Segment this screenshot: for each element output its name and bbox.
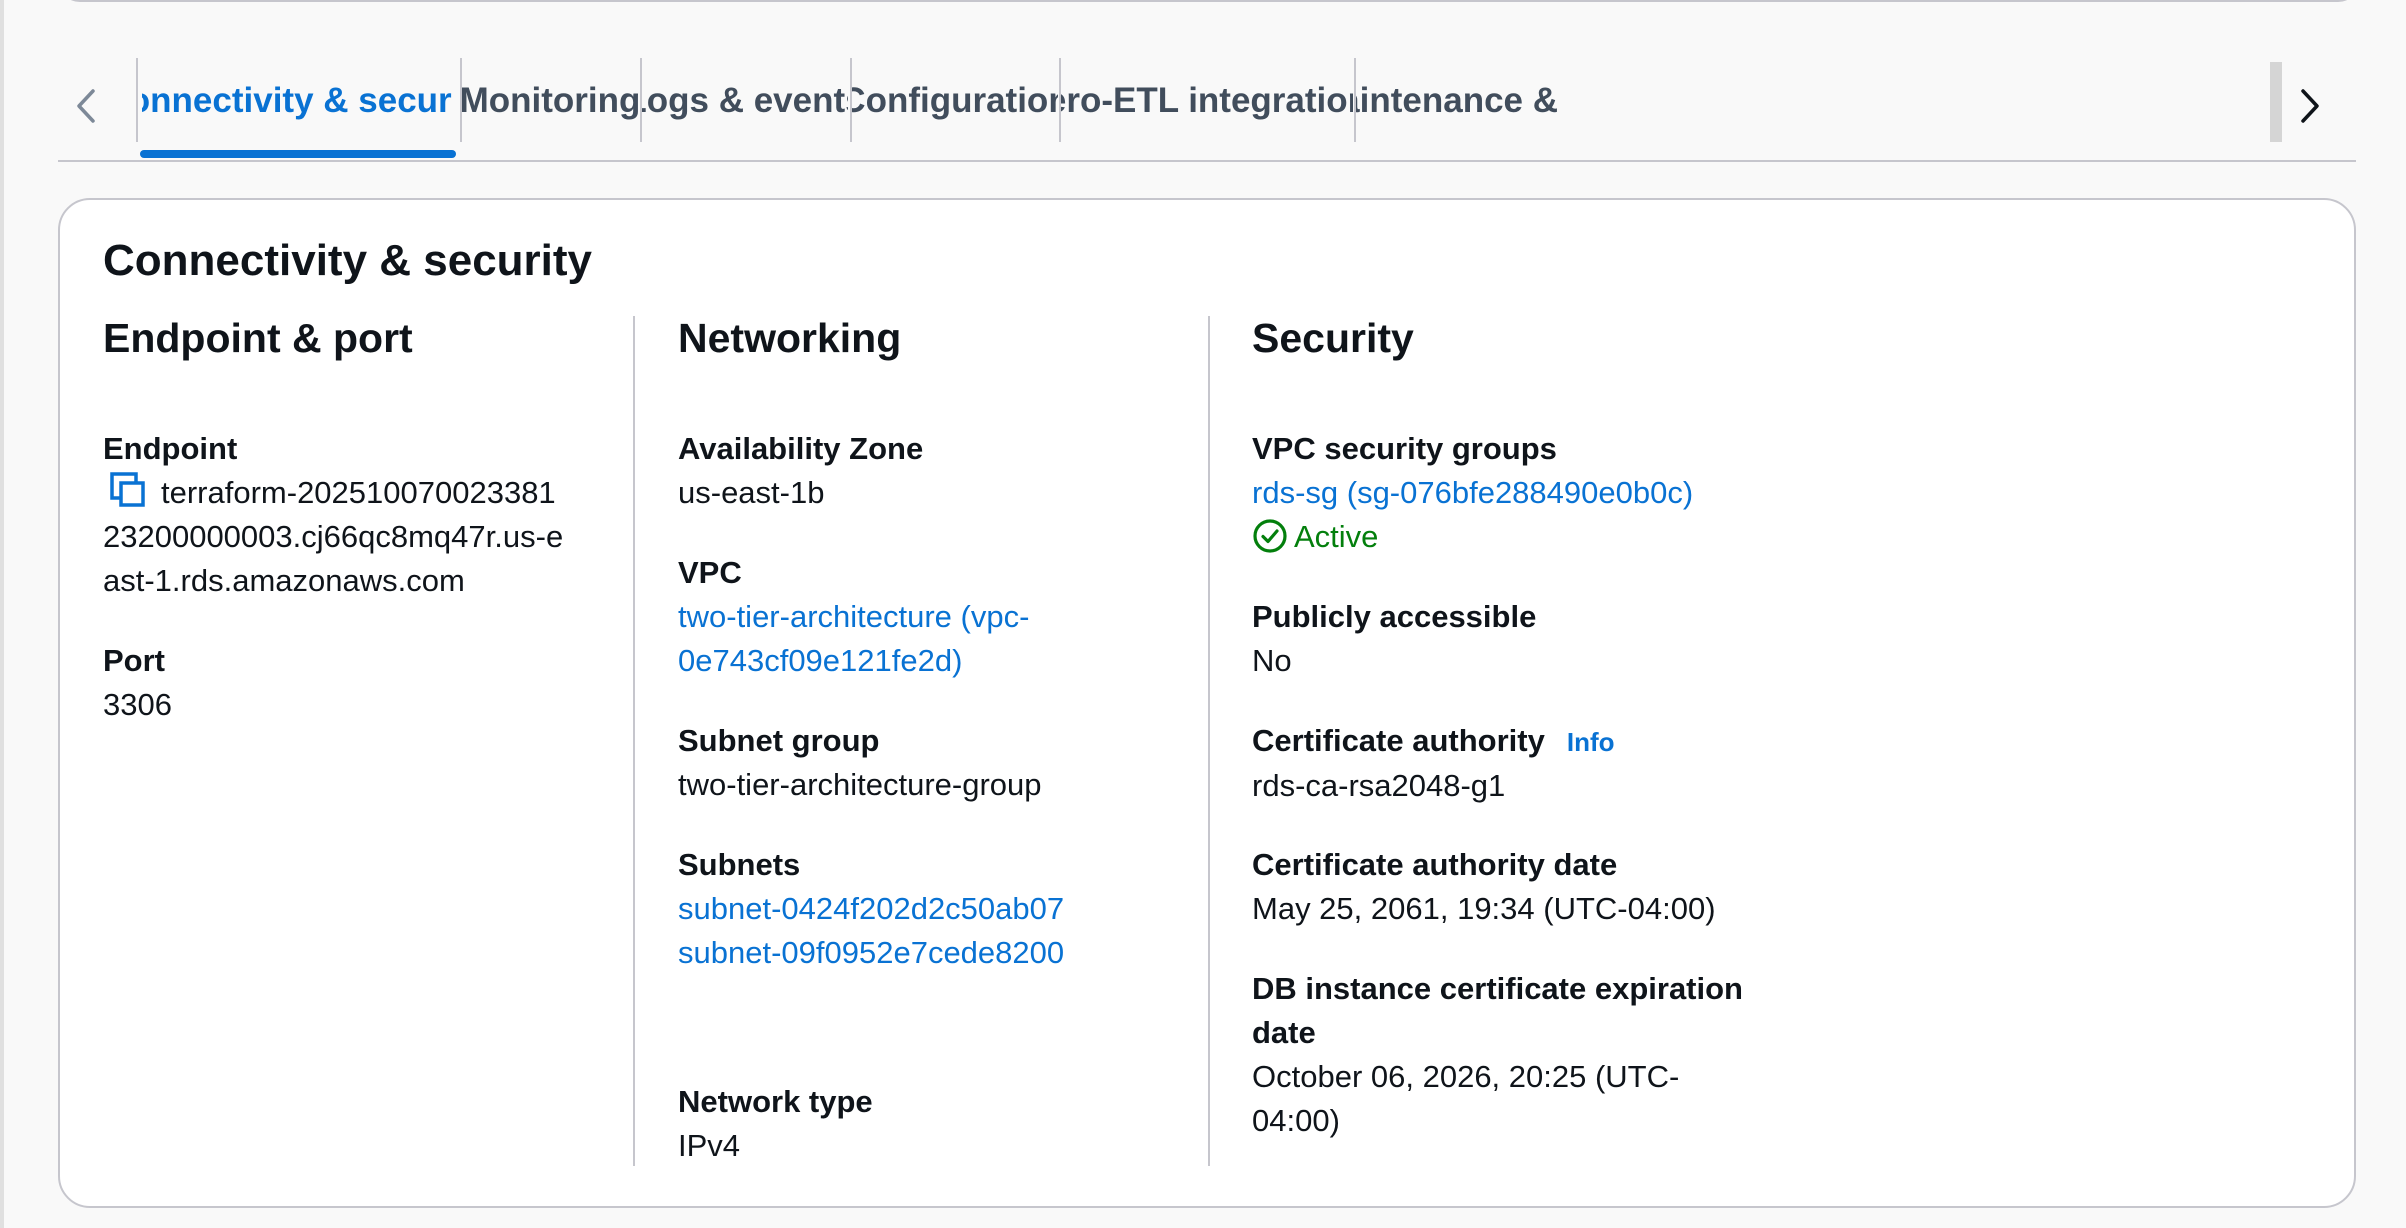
vpc-security-groups-label: VPC security groups [1252, 431, 1557, 466]
vpc-link-line2: 0e743cf09e121fe2d) [678, 643, 963, 678]
tabs-scroll-right-button[interactable] [2282, 74, 2338, 138]
endpoint-value-line2: 23200000003.cj66qc8mq47r.us-e [103, 519, 564, 554]
certificate-expiration-field: DB instance certificate expiration date … [1252, 967, 1743, 1143]
port-field: Port 3306 [103, 639, 172, 727]
endpoint-field: Endpoint terraform-202510070023381 23200… [103, 427, 563, 603]
subnets-label: Subnets [678, 847, 801, 882]
subnet-group-field: Subnet group two-tier-architecture-group [678, 719, 1042, 807]
availability-zone-field: Availability Zone us-east-1b [678, 427, 923, 515]
chevron-right-icon [2301, 89, 2319, 123]
certificate-authority-date-field: Certificate authority date May 25, 2061,… [1252, 843, 1716, 931]
active-tab-indicator [140, 150, 456, 158]
networking-heading: Networking [678, 315, 902, 361]
security-group-link[interactable]: rds-sg (sg-076bfe288490e0b0c) [1252, 471, 1693, 515]
availability-zone-label: Availability Zone [678, 431, 924, 466]
tab-bar: Connectivity & security Monitoring Logs … [58, 58, 2356, 162]
vpc-label: VPC [678, 555, 742, 590]
tab-logs-events[interactable]: Logs & events [642, 58, 848, 144]
availability-zone-value: us-east-1b [678, 475, 825, 510]
certificate-authority-label: Certificate authority [1252, 723, 1545, 758]
panel-title: Connectivity & security [103, 236, 593, 285]
chevron-left-icon [77, 89, 95, 123]
subnets-field: Subnets subnet-0424f202d2c50ab07 subnet-… [678, 843, 1064, 975]
endpoint-label: Endpoint [103, 431, 238, 466]
page-left-edge [0, 0, 4, 1228]
network-type-value: IPv4 [678, 1128, 741, 1163]
security-heading: Security [1252, 315, 1414, 361]
vpc-link-line1: two-tier-architecture (vpc- [678, 599, 1030, 634]
publicly-accessible-label: Publicly accessible [1252, 599, 1537, 634]
certificate-authority-field: Certificate authority Info rds-ca-rsa2048… [1252, 719, 1615, 808]
subnet-link[interactable]: subnet-09f0952e7cede8200 [678, 931, 1064, 975]
endpoint-value-line3: ast-1.rds.amazonaws.com [103, 563, 465, 598]
column-divider [1208, 316, 1210, 1166]
certificate-expiration-label-line1: DB instance certificate expiration [1252, 971, 1743, 1006]
certificate-expiration-label-line2: date [1252, 1015, 1316, 1050]
endpoint-port-heading: Endpoint & port [103, 315, 413, 361]
tab-divider [136, 58, 138, 142]
vpc-link[interactable]: two-tier-architecture (vpc- 0e743cf09e12… [678, 595, 1029, 683]
subnet-group-label: Subnet group [678, 723, 880, 758]
certificate-authority-value: rds-ca-rsa2048-g1 [1252, 768, 1506, 803]
publicly-accessible-field: Publicly accessible No [1252, 595, 1536, 683]
port-value: 3306 [103, 687, 172, 722]
tab-monitoring[interactable]: Monitoring [462, 58, 638, 144]
check-circle-icon [1253, 519, 1287, 553]
endpoint-value-line1: terraform-202510070023381 [161, 475, 556, 510]
tab-overflow-fade [2270, 62, 2282, 142]
publicly-accessible-value: No [1252, 643, 1292, 678]
column-divider [633, 316, 635, 1166]
status-text: Active [1294, 519, 1379, 554]
tab-configuration[interactable]: Configuration [852, 58, 1058, 144]
vpc-field: VPC two-tier-architecture (vpc- 0e743cf0… [678, 551, 1029, 683]
network-type-label: Network type [678, 1084, 873, 1119]
previous-card-edge [58, 0, 2360, 2]
subnet-group-value: two-tier-architecture-group [678, 767, 1042, 802]
network-type-field: Network type IPv4 [678, 1080, 873, 1168]
tab-connectivity-security[interactable]: Connectivity & security [142, 58, 454, 144]
tab-maintenance[interactable]: Maintenance & [1356, 58, 1560, 144]
vpc-security-groups-field: VPC security groups rds-sg (sg-076bfe288… [1252, 427, 1693, 559]
subnet-link[interactable]: subnet-0424f202d2c50ab07 [678, 887, 1064, 931]
port-label: Port [103, 643, 165, 678]
info-link[interactable]: Info [1567, 727, 1615, 757]
certificate-authority-date-value: May 25, 2061, 19:34 (UTC-04:00) [1252, 891, 1716, 926]
certificate-expiration-value-line2: 04:00) [1252, 1103, 1340, 1138]
certificate-authority-date-label: Certificate authority date [1252, 847, 1618, 882]
tabs-scroll-left-button[interactable] [58, 74, 114, 138]
connectivity-security-panel: Connectivity & security Endpoint & port … [58, 198, 2356, 1208]
tab-zero-etl-integrations[interactable]: Zero-ETL integrations [1061, 58, 1353, 144]
certificate-expiration-value-line1: October 06, 2026, 20:25 (UTC- [1252, 1059, 1680, 1094]
copy-icon[interactable] [109, 471, 147, 509]
security-group-status: Active [1252, 515, 1693, 559]
